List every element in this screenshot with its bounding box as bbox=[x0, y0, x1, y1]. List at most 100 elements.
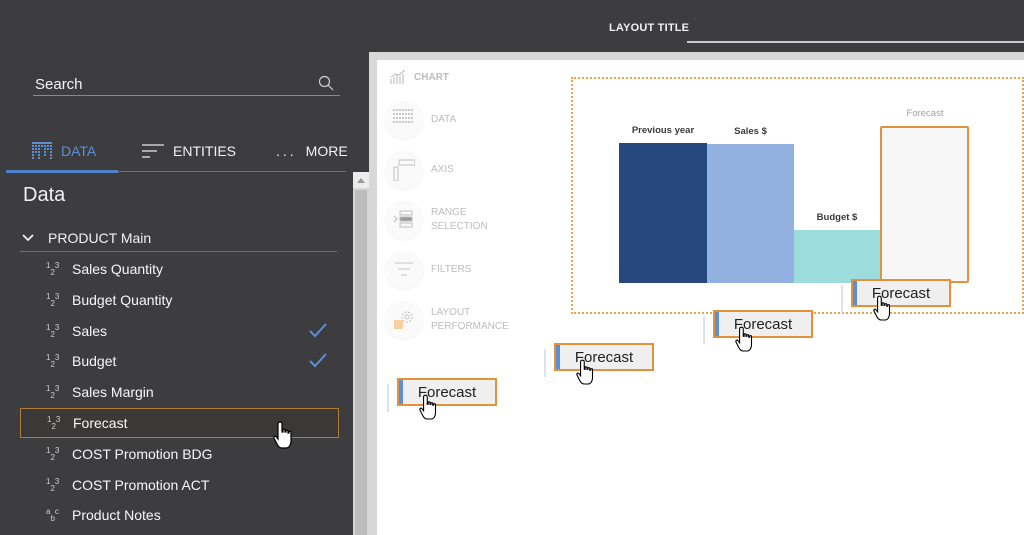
tab-more[interactable]: ... MORE bbox=[276, 132, 348, 170]
data-grid-icon bbox=[32, 142, 52, 159]
chart-drop-zone[interactable]: Previous year Sales $ Budget $ Forecast bbox=[571, 77, 1024, 314]
label-line-1: FILTERS bbox=[431, 264, 472, 275]
chart-bar bbox=[794, 230, 880, 283]
tab-data[interactable]: DATA bbox=[32, 132, 96, 170]
scroll-thumb[interactable] bbox=[355, 190, 367, 535]
menu-item-icon-wrap bbox=[385, 101, 423, 139]
field-item[interactable]: 123 Sales bbox=[20, 316, 339, 346]
filter-icon bbox=[395, 262, 413, 276]
chart-icon bbox=[390, 70, 406, 84]
layout-title[interactable]: LAYOUT TITLE bbox=[609, 22, 689, 34]
ellipsis-icon: ... bbox=[276, 143, 297, 159]
dragged-field-chip[interactable]: Forecast bbox=[397, 378, 497, 406]
chart-menu-item-label: RANGE SELECTION bbox=[431, 206, 488, 234]
search-icon[interactable] bbox=[318, 75, 334, 91]
menu-item-icon-wrap bbox=[385, 301, 423, 339]
field-label: Product Notes bbox=[72, 507, 161, 524]
search-input[interactable] bbox=[33, 74, 303, 94]
lines-icon bbox=[142, 144, 164, 158]
chart-menu-title-label: CHART bbox=[414, 71, 449, 83]
left-panel: DATA ENTITIES ... MORE Data PRODUCT Main… bbox=[0, 56, 370, 535]
field-label: Budget bbox=[72, 353, 117, 370]
chart-widget: CHART DATA AXIS RANGE SELECTION FILTERS LAYOU… bbox=[377, 60, 1024, 535]
chart-menu-item-label: AXIS bbox=[431, 163, 454, 177]
axis-icon bbox=[393, 159, 415, 181]
tab-entities[interactable]: ENTITIES bbox=[142, 132, 236, 170]
panel-tabs: DATA ENTITIES ... MORE bbox=[6, 132, 348, 173]
drag-ghost-line bbox=[387, 384, 389, 412]
hand-cursor-icon bbox=[735, 326, 753, 352]
bar-label: Forecast bbox=[906, 108, 944, 119]
drag-ghost-line bbox=[841, 285, 843, 313]
bar-label: Previous year bbox=[631, 125, 695, 136]
chart-menu-item-label: FILTERS bbox=[431, 263, 471, 277]
chart-bar bbox=[619, 143, 707, 283]
chart-menu-item-range[interactable]: RANGE SELECTION bbox=[385, 200, 535, 240]
field-item[interactable]: 123 COST Promotion BDG bbox=[20, 439, 339, 469]
scroll-up-button[interactable] bbox=[353, 172, 369, 188]
chart-menu-item-layout[interactable]: LAYOUT PERFORMANCE bbox=[385, 300, 535, 340]
drag-ghost-line bbox=[703, 316, 705, 344]
field-label: Sales bbox=[72, 322, 108, 339]
field-item[interactable]: 123 COST Promotion ACT bbox=[20, 470, 339, 500]
field-item[interactable]: 123 Forecast bbox=[20, 408, 339, 449]
dragged-field-chip[interactable]: Forecast bbox=[713, 310, 813, 338]
field-item[interactable]: 123 Sales Margin bbox=[20, 377, 339, 407]
field-label: COST Promotion ACT bbox=[72, 476, 210, 493]
text-type-icon: abc bbox=[46, 507, 59, 524]
field-item[interactable]: 123 Budget Quantity bbox=[20, 285, 339, 315]
hand-cursor-icon bbox=[873, 295, 891, 321]
search-box bbox=[33, 74, 340, 96]
scrollbar[interactable] bbox=[353, 172, 369, 535]
chevron-down-icon[interactable] bbox=[20, 233, 36, 243]
numeric-type-icon: 123 bbox=[47, 415, 61, 431]
group-header-product-main[interactable]: PRODUCT Main bbox=[20, 224, 337, 252]
data-field-list: Data PRODUCT Main 123 Sales Quantity 123 Bu… bbox=[0, 172, 352, 535]
dragged-field-chip[interactable]: Forecast bbox=[554, 343, 654, 371]
check-icon bbox=[309, 322, 327, 338]
numeric-type-icon: 123 bbox=[46, 261, 60, 277]
group-label: PRODUCT Main bbox=[48, 229, 152, 246]
field-label: COST Promotion BDG bbox=[72, 445, 213, 462]
range-selection-icon bbox=[393, 210, 413, 228]
section-title: Data bbox=[23, 184, 66, 206]
bar-label: Budget $ bbox=[816, 212, 858, 223]
label-line-1: AXIS bbox=[431, 164, 454, 175]
numeric-type-icon: 123 bbox=[46, 476, 60, 493]
check-icon bbox=[309, 353, 327, 368]
label-line-1: LAYOUT bbox=[431, 307, 471, 318]
field-label: Sales Margin bbox=[72, 384, 154, 401]
chart-bar bbox=[707, 144, 794, 283]
numeric-type-icon: 123 bbox=[46, 291, 60, 308]
hand-cursor-icon bbox=[576, 359, 594, 385]
numeric-type-icon: 123 bbox=[46, 445, 60, 462]
layout-title-underline bbox=[687, 41, 1024, 43]
chart-bar-placeholder[interactable] bbox=[880, 126, 969, 283]
field-label: Sales Quantity bbox=[72, 261, 164, 277]
tab-more-label: MORE bbox=[305, 143, 348, 159]
field-label: Budget Quantity bbox=[72, 291, 173, 308]
label-line-2: PERFORMANCE bbox=[431, 321, 509, 332]
field-item[interactable]: 123 Sales Quantity bbox=[20, 254, 339, 284]
gear-icon bbox=[394, 311, 413, 329]
chart-menu-item-data[interactable]: DATA bbox=[385, 100, 535, 140]
field-item[interactable]: 123 Budget bbox=[20, 346, 339, 376]
chart-menu-item-label: DATA bbox=[431, 113, 456, 127]
menu-item-icon-wrap bbox=[385, 251, 423, 289]
tab-data-label: DATA bbox=[61, 143, 97, 159]
menu-item-icon-wrap bbox=[385, 151, 423, 189]
field-item[interactable]: abc Product Notes bbox=[20, 500, 339, 530]
chart-menu-item-label: LAYOUT PERFORMANCE bbox=[431, 306, 509, 334]
numeric-type-icon: 123 bbox=[46, 353, 60, 370]
dragged-field-chip[interactable]: Forecast bbox=[851, 279, 951, 307]
numeric-type-icon: 123 bbox=[46, 384, 60, 401]
chart-menu-title: CHART bbox=[390, 70, 449, 84]
chart-menu-item-axis[interactable]: AXIS bbox=[385, 150, 535, 190]
field-label: Forecast bbox=[73, 415, 128, 431]
bar-label: Sales $ bbox=[734, 126, 767, 137]
menu-item-icon-wrap bbox=[385, 201, 423, 239]
hand-cursor-icon bbox=[419, 394, 437, 420]
numeric-type-icon: 123 bbox=[46, 322, 60, 339]
data-grid-icon bbox=[393, 109, 413, 123]
chart-menu-item-filters[interactable]: FILTERS bbox=[385, 250, 535, 290]
